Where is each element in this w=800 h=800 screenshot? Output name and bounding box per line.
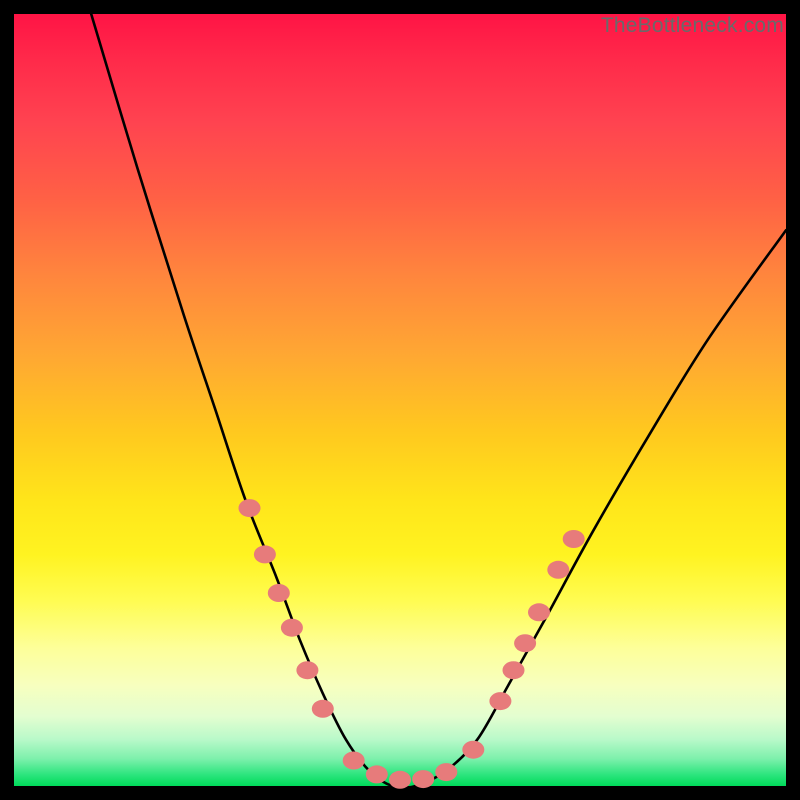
- chart-svg: [14, 14, 786, 786]
- marker-dot: [366, 765, 388, 783]
- marker-dot: [268, 584, 290, 602]
- marker-dot: [489, 692, 511, 710]
- chart-frame: TheBottleneck.com: [0, 0, 800, 800]
- highlight-dots: [239, 499, 585, 789]
- marker-dot: [547, 561, 569, 579]
- marker-dot: [239, 499, 261, 517]
- marker-dot: [435, 763, 457, 781]
- marker-dot: [563, 530, 585, 548]
- marker-dot: [503, 661, 525, 679]
- marker-dot: [412, 770, 434, 788]
- marker-dot: [462, 741, 484, 759]
- marker-dot: [254, 545, 276, 563]
- marker-dot: [343, 752, 365, 770]
- marker-dot: [281, 619, 303, 637]
- marker-dot: [514, 634, 536, 652]
- marker-dot: [528, 603, 550, 621]
- bottleneck-curve: [91, 14, 786, 788]
- watermark-text: TheBottleneck.com: [601, 14, 784, 38]
- marker-dot: [389, 771, 411, 789]
- plot-area: [14, 14, 786, 786]
- marker-dot: [296, 661, 318, 679]
- marker-dot: [312, 700, 334, 718]
